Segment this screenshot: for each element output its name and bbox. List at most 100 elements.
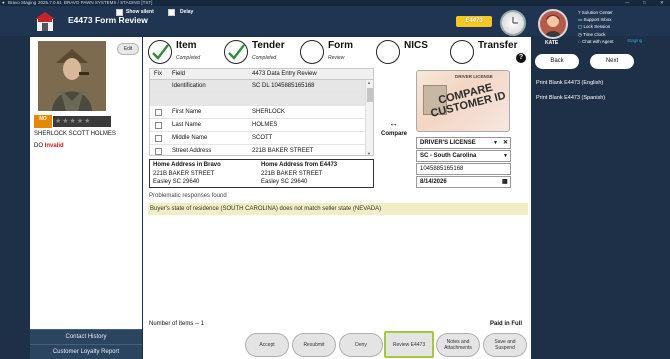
time-clock-link[interactable]: ◷ Time Clock	[578, 31, 613, 38]
row-value: SHERLOCK	[252, 109, 286, 115]
row-field: Street Address	[172, 148, 212, 154]
bravo-address-line2: Easley SC 29640	[153, 179, 200, 185]
bravo-address-heading: Home Address in Bravo	[153, 162, 221, 168]
compare-arrow-icon: ↔	[389, 118, 398, 128]
print-blank-english-link[interactable]: Print Blank E4473 (English)	[536, 80, 603, 86]
id-number-field[interactable]: 1045885165168	[416, 163, 511, 175]
customer-dob: DO Invalid	[34, 143, 64, 149]
next-button[interactable]: Next	[590, 54, 634, 69]
step-form-circle	[300, 40, 324, 64]
table-scrollbar[interactable]: ▲ ▼	[365, 80, 373, 155]
step-tender-status: Completed	[252, 55, 277, 61]
step-form-label: Form	[328, 40, 353, 51]
delay-checkbox[interactable]	[168, 9, 175, 18]
e4473-address-line2: Easley SC 29640	[261, 179, 308, 185]
table-row[interactable]: Last Name HOLMES	[150, 119, 373, 132]
show-silent-checkbox[interactable]	[116, 9, 123, 18]
table-row[interactable]: First Name SHERLOCK	[150, 106, 373, 119]
lock-icon: ▢	[578, 24, 583, 30]
fix-checkbox[interactable]	[155, 122, 162, 129]
customer-name: SHERLOCK SCOTT HOLMES	[34, 131, 116, 137]
row-field: Last Name	[172, 122, 202, 128]
header-review: 4473 Data Entry Review	[252, 71, 317, 77]
row-field: Identification	[172, 83, 206, 89]
id-type-select[interactable]: DRIVER'S LICENSE ▼ ✕	[416, 137, 511, 149]
step-item-status: Completed	[176, 55, 201, 61]
contact-history-button[interactable]: Contact History	[30, 329, 142, 344]
notes-attachments-button[interactable]: Notes and Attachments	[436, 333, 480, 357]
e4473-badge: E4473	[456, 16, 492, 27]
support-inbox-link[interactable]: ▭ Support Inbox	[578, 16, 613, 23]
row-value: SC DL 1045885165168	[252, 83, 315, 89]
row-value: 221B BAKER STREET	[252, 148, 314, 154]
step-nics-circle	[376, 40, 400, 64]
compare-label: Compare	[381, 131, 408, 137]
rating-bar	[34, 124, 52, 128]
review-e4473-button[interactable]: Review E4473	[384, 331, 434, 358]
store-logo-icon	[33, 10, 57, 32]
chat-icon: ◌	[578, 38, 581, 44]
clear-icon[interactable]: ✕	[503, 138, 508, 149]
step-transfer-label: Transfer	[478, 40, 518, 51]
help-icon[interactable]: ?	[516, 53, 526, 63]
problems-heading: Problematic responses found	[149, 193, 227, 199]
fix-checkbox[interactable]	[155, 135, 162, 142]
print-blank-spanish-link[interactable]: Print Blank E4473 (Spanish)	[536, 95, 605, 101]
customer-photo	[38, 41, 106, 111]
step-item-circle	[148, 40, 172, 64]
staging-label: Staging	[627, 38, 643, 43]
row-field: Middle Name	[172, 135, 208, 141]
resubmit-button[interactable]: Resubmit	[292, 333, 336, 357]
row-value: SCOTT	[252, 135, 273, 141]
chevron-down-icon[interactable]: ▼	[503, 151, 508, 162]
accept-button[interactable]: Accept	[245, 333, 289, 357]
user-avatar[interactable]	[538, 9, 568, 39]
table-row[interactable]: Street Address 221B BAKER STREET	[150, 145, 373, 155]
bravo-address-line1: 221B BAKER STREET	[153, 171, 215, 177]
address-compare-box: Home Address in Bravo 221B BAKER STREET …	[149, 159, 374, 188]
step-nics-label: NICS	[404, 40, 428, 51]
clock-icon	[500, 10, 526, 36]
customer-loyalty-report-button[interactable]: Customer Loyalty Report	[30, 344, 142, 359]
scroll-thumb[interactable]	[367, 88, 373, 102]
header-menu: ? Solution Center ▭ Support Inbox ▢ Lock…	[578, 9, 613, 45]
step-transfer-circle	[450, 40, 474, 64]
no-badge: NO	[34, 115, 52, 128]
fix-checkbox[interactable]	[155, 109, 162, 116]
row-value: HOLMES	[252, 122, 278, 128]
scroll-up-icon[interactable]: ▲	[367, 80, 371, 85]
scroll-down-icon[interactable]: ▼	[367, 151, 371, 155]
time-clock-icon: ◷	[578, 31, 582, 37]
customer-rating-stars: ★★★★★	[53, 116, 111, 127]
header-field: Field	[172, 71, 186, 77]
id-state-select[interactable]: SC - South Carolina ▼	[416, 150, 511, 162]
table-row[interactable]: Middle Name SCOTT	[150, 132, 373, 145]
paid-status: Paid in Full	[490, 321, 523, 327]
id-expiry-field[interactable]: 8/14/2026 ▦	[416, 176, 511, 188]
fix-checkbox[interactable]	[155, 148, 162, 155]
edit-customer-button[interactable]: Edit	[117, 43, 139, 55]
user-name: KATE	[545, 40, 559, 46]
id-card-image: DRIVER LICENSE COMPARE CUSTOMER ID	[416, 70, 510, 132]
deny-button[interactable]: Deny	[339, 333, 383, 357]
table-row[interactable]: Identification SC DL 1045885165168	[150, 80, 373, 93]
header-fix: Fix	[154, 71, 162, 77]
check-icon	[152, 44, 169, 60]
chevron-down-icon[interactable]: ▼	[493, 138, 498, 149]
row-field: First Name	[172, 109, 202, 115]
chat-agent-link[interactable]: ◌ Chat with Agent	[578, 38, 613, 45]
save-suspend-button[interactable]: Save and Suspend	[483, 333, 527, 357]
problem-message: Buyer's state of residence (SOUTH CAROLI…	[148, 203, 528, 215]
help-icon: ?	[578, 10, 581, 15]
items-count: Number of Items -- 1	[149, 321, 205, 327]
lock-session-link[interactable]: ▢ Lock Session	[578, 23, 613, 30]
back-button[interactable]: Back	[535, 54, 579, 69]
review-table: Fix Field 4473 Data Entry Review Identif…	[149, 68, 374, 156]
check-icon	[228, 44, 245, 60]
step-item-label: Item	[176, 40, 197, 51]
solution-center-link[interactable]: ? Solution Center	[578, 9, 613, 16]
delay-label: Delay	[180, 9, 194, 15]
table-row[interactable]	[150, 93, 373, 106]
e4473-address-line1: 221B BAKER STREET	[261, 171, 323, 177]
calendar-icon[interactable]: ▦	[502, 177, 508, 188]
